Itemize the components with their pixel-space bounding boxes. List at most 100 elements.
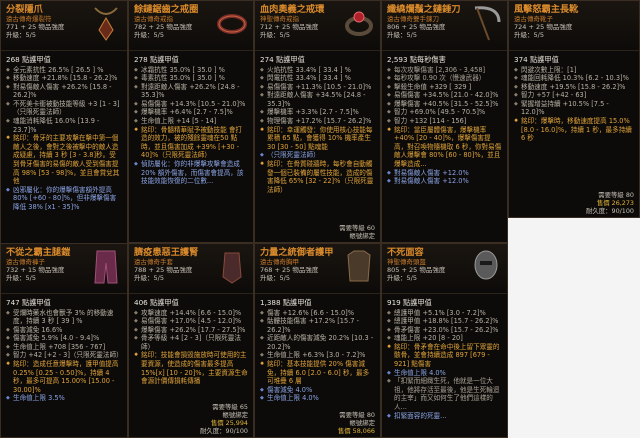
stat-line: 扣緊面容的死靈... bbox=[387, 412, 502, 421]
stat-line: 爆擊機率 +3.3% [2.7 - 7.5]% bbox=[260, 108, 375, 117]
card-body: 278 點護甲值 冰霜抗性 35.0% [ 35.0 ] %毒素抗性 35.0%… bbox=[129, 51, 253, 186]
account-bound: 帳號綁定 bbox=[349, 232, 375, 240]
stat-list: 總護甲值 +5.1% [3.0 - 7.2]%總護甲值 +18.8% [15.7… bbox=[387, 309, 502, 421]
ring-icon bbox=[345, 11, 373, 36]
item-card-3[interactable]: 血肉奧義之戒環 神聖傳奇戒指 712 + 25 物品強度 升級：5/5 274 … bbox=[254, 0, 381, 243]
stat-line: 每秒攻擊 0.90 次（慢速武器） bbox=[387, 74, 502, 83]
card-header: 不從之霸主腿鎧 遠古傳奇褲子 732 + 15 物品強度 升級：5/5 bbox=[1, 244, 127, 294]
item-card-9[interactable]: 不死面容 神聖傳奇頭盔 805 + 25 物品強度 升級：5/5 919 點護甲… bbox=[381, 243, 508, 438]
stat-line: 每次攻擊傷害 [2,306 - 3,458] bbox=[387, 66, 502, 75]
card-footer: 需要等級 80 售價 26,273 耐久度：90/100 bbox=[586, 191, 634, 215]
card-header: 分裂隱爪 遠古傳奇爆裂符 771 + 25 物品強度 升級：5/5 bbox=[1, 1, 127, 51]
sell-price: 售價 25,994 bbox=[210, 419, 248, 427]
stat-line: 不死美卡衝被動技能等級 +3 [1 - 3]（只限死靈法師） bbox=[6, 100, 122, 117]
stat-line: 魂能消耗降低 16.0% [13.9 - 23.7]% bbox=[6, 117, 122, 134]
stat-line: 生命值上限 4.0% bbox=[260, 394, 375, 403]
stat-line: 對易傷敵人傷害 +12.0% bbox=[387, 169, 502, 178]
stat-line: 閃避次數上限：[1] bbox=[514, 66, 634, 75]
stat-line: 魂能回耗降低 10.3% [6.2 - 10.3]% bbox=[514, 74, 634, 83]
stat-line: 對易傷敵人傷害 +26.2% [15.8 - 26.2]% bbox=[6, 83, 122, 100]
stat-line: 易傷傷害 +34.5% [21.0 - 42.0]% bbox=[387, 91, 502, 100]
card-body: 2,593 點每秒傷害 每次攻擊傷害 [2,306 - 3,458]每秒攻擊 0… bbox=[382, 51, 507, 186]
stat-line: 智力 +57 [+42 - 63] bbox=[514, 91, 634, 100]
stat-line: 銘印：骨牙的主要攻擊在擊中第一個敵人之後，會對之後被擊中的敵人造成疑慮，持續 3… bbox=[6, 134, 122, 186]
stat-line: 銘印：爆擊時，移動速度提高 15.0% [8.0 - 16.0]%，持續 1 秒… bbox=[514, 117, 634, 143]
stat-line: 生命值上限 +6.3% [3.0 - 7.2]% bbox=[260, 351, 375, 360]
stat-line: 骨矛傷害 +23.0% [15.7 - 26.2]% bbox=[387, 326, 502, 335]
armor-value: 374 點護甲值 bbox=[514, 55, 559, 64]
stat-line: 爆擊傷害 +26.2% [17.7 - 27.5]% bbox=[134, 326, 248, 335]
stat-line: 傷害減免 5.9% [4.0 - 9.4]% bbox=[6, 334, 122, 343]
account-bound: 帳號綁定 bbox=[222, 411, 248, 419]
stat-line: 骷髏技能傷害 +17.2% [15.7 - 26.2]% bbox=[260, 317, 375, 334]
stat-line: 凶邪屬化：你的爆擊傷害額外提高 80% [+60 - 80]%，但非爆擊傷害降低… bbox=[6, 186, 122, 212]
stat-list: 火焰抗性 33.4% [ 33.4 ] %閃電抗性 33.4% [ 33.4 ]… bbox=[260, 66, 375, 195]
item-card-5[interactable]: 風擊怒霸主長靴 遠古傳奇靴子 724 + 25 物品強度 升級：5/5 374 … bbox=[508, 0, 640, 218]
card-body: 274 點護甲值 火焰抗性 33.4% [ 33.4 ] %閃電抗性 33.4%… bbox=[255, 51, 380, 194]
stat-line: 生命值上限 +14 [5 - 14] bbox=[134, 117, 248, 126]
stat-line: 銘印：幸運觸發：你使用核心技能每累積 65 點，會獲得 10% 機率產生 30 … bbox=[260, 126, 375, 152]
item-card-2[interactable]: 餘鏈鋸齒之戒圈 遠古傳奇戒指 782 + 25 物品強度 升級：5/5 278 … bbox=[128, 0, 254, 243]
stat-line: 物理傷害 +17.2% [15.7 - 26.2]% bbox=[260, 117, 375, 126]
armor-value: 919 點護甲值 bbox=[387, 298, 432, 307]
card-body: 268 點護甲值 全元素抗性 26.5% [ 26.5 ] %移動速度 +21.… bbox=[1, 51, 127, 212]
stat-line: 受爛時藥水也會獸予 3% 的移動速度，持續 3 秒 [ 39 ] % bbox=[6, 309, 122, 326]
card-body: 747 點護甲值 受爛時藥水也會獸予 3% 的移動速度，持續 3 秒 [ 39 … bbox=[1, 294, 127, 403]
item-card-6[interactable]: 不從之霸主腿鎧 遠古傳奇褲子 732 + 15 物品強度 升級：5/5 747 … bbox=[0, 243, 128, 438]
card-header: 餘鏈鋸齒之戒圈 遠古傳奇戒指 782 + 25 物品強度 升級：5/5 bbox=[129, 1, 253, 51]
stat-list: 冰霜抗性 35.0% [ 35.0 ] %毒素抗性 35.0% [ 35.0 ]… bbox=[134, 66, 248, 186]
card-header: 風擊怒霸主長靴 遠古傳奇靴子 724 + 25 物品強度 升級：5/5 bbox=[509, 1, 639, 51]
stat-list: 閃避次數上限：[1]魂能回耗降低 10.3% [6.2 - 10.3]%移動速度… bbox=[514, 66, 634, 143]
stat-line: 對易傷敵人傷害 +12.0% bbox=[387, 177, 502, 186]
stat-line: 「扣緊而細緻生死，他就是一位大祖，他將存活至最後，他是生死輪迴的主宰」而又如何生… bbox=[387, 377, 502, 411]
card-header: 臍疫患惡王護腎 遠古傳奇手套 788 + 25 物品強度 升級：5/5 bbox=[129, 244, 253, 294]
stat-list: 傷害 +12.6% [6.6 - 15.0]%骷髏技能傷害 +17.2% [15… bbox=[260, 309, 375, 404]
dps-value: 2,593 點每秒傷害 bbox=[387, 55, 446, 64]
stat-line: 傷害 +12.6% [6.6 - 15.0]% bbox=[260, 309, 375, 318]
stat-line: 骨矛等級 +4 [2 - 3]（只限死靈法師） bbox=[134, 334, 248, 351]
item-card-4[interactable]: 纖繞爛鬚之鏈錘刀 遠古傳奇雙手鍊刀 806 + 25 物品強度 升級：5/5 2… bbox=[381, 0, 508, 243]
gloves-icon bbox=[222, 252, 242, 284]
stat-line: （只限死靈法師） bbox=[260, 151, 375, 160]
item-card-7[interactable]: 臍疫患惡王護腎 遠古傳奇手套 788 + 25 物品強度 升級：5/5 406 … bbox=[128, 243, 254, 438]
item-name: 風擊怒霸主長靴 bbox=[514, 4, 579, 15]
scythe-icon bbox=[474, 6, 501, 41]
stat-line: 傷害減免 16.6% bbox=[6, 326, 122, 335]
stat-line: 閃電抗性 33.4% [ 33.4 ] % bbox=[260, 74, 375, 83]
stat-line: 智力 +132 [114 - 156] bbox=[387, 117, 502, 126]
card-header: 纖繞爛鬚之鏈錘刀 遠古傳奇雙手鍊刀 806 + 25 物品強度 升級：5/5 bbox=[382, 1, 507, 51]
chest-armor-icon bbox=[347, 250, 371, 282]
required-level: 需要等級 80 bbox=[598, 191, 634, 199]
item-card-8[interactable]: 力量之統御者護甲 遠古傳奇胸甲 768 + 25 物品強度 升級：5/5 1,3… bbox=[254, 243, 381, 438]
card-footer: 需要等級 60 帳號綁定 bbox=[339, 224, 375, 240]
armor-value: 747 點護甲值 bbox=[6, 298, 51, 307]
stat-line: 銘印：基本技能提供 20% 傷害減免，持續 6.0 [2.0 - 6.0] 秒，… bbox=[260, 360, 375, 386]
stat-line: 火焰抗性 33.4% [ 33.4 ] % bbox=[260, 66, 375, 75]
stat-line: 對遠距敵人傷害 +26.2% [24.8 - 35.3]% bbox=[134, 83, 248, 100]
card-body: 406 點護甲值 攻擊速度 +14.4% [6.6 - 15.0]%易傷傷害 +… bbox=[129, 294, 253, 386]
stat-line: 智力 +69.0% [49.5 - 70.5]% bbox=[387, 108, 502, 117]
armor-value: 1,388 點護甲值 bbox=[260, 298, 312, 307]
stat-line: 全元素抗性 26.5% [ 26.5 ] % bbox=[6, 66, 122, 75]
item-type: 遠古傳奇靴子 bbox=[514, 15, 553, 23]
required-level: 需要等級 80 bbox=[339, 411, 375, 419]
item-upgrade: 升級：5/5 bbox=[514, 31, 544, 39]
stat-line: 毒素抗性 35.0% [ 35.0 ] % bbox=[134, 74, 248, 83]
required-level: 需要等級 65 bbox=[212, 403, 248, 411]
stat-line: 移動速度 +21.8% [15.8 - 26.2]% bbox=[6, 74, 122, 83]
stat-line: 魂能上限 +20 [8 - 20] bbox=[387, 334, 502, 343]
durability: 耐久度：90/100 bbox=[585, 207, 634, 215]
card-body: 374 點護甲值 閃避次數上限：[1]魂能回耗降低 10.3% [6.2 - 1… bbox=[509, 51, 639, 143]
card-body: 1,388 點護甲值 傷害 +12.6% [6.6 - 15.0]%骷髏技能傷害… bbox=[255, 294, 380, 403]
stat-line: 銘印：技能會損毀施放時可使用的主要資源，使造成的傷害最多提高 15%[x] [1… bbox=[134, 351, 248, 385]
stat-line: 攻擊速度 +14.4% [6.6 - 15.0]% bbox=[134, 309, 248, 318]
sell-price: 售價 26,273 bbox=[596, 199, 634, 207]
sell-price: 售價 58,066 bbox=[337, 427, 375, 435]
card-header: 血肉奧義之戒環 神聖傳奇戒指 712 + 25 物品強度 升級：5/5 bbox=[255, 1, 380, 51]
stat-line: 偵防屬化：你的非爆擊攻擊會造成 20% 額外傷害，而傷害會提高，該技能效能恢復的… bbox=[134, 160, 248, 186]
stat-line: 緊握增益持續 +10.5% [7.5 - 12.0]% bbox=[514, 100, 634, 117]
stat-line: 移動速度 +19.5% [15.8 - 26.2]% bbox=[514, 83, 634, 92]
card-footer: 需要等級 65 帳號綁定 售價 25,994 耐久度：90/100 bbox=[200, 403, 248, 435]
ring-icon bbox=[217, 14, 247, 34]
stat-line: 銘印：骨髓精華賦予被動技能 會打造的效力，被的殘餘靈魂在50 點時，並且傷害加成… bbox=[134, 126, 248, 160]
